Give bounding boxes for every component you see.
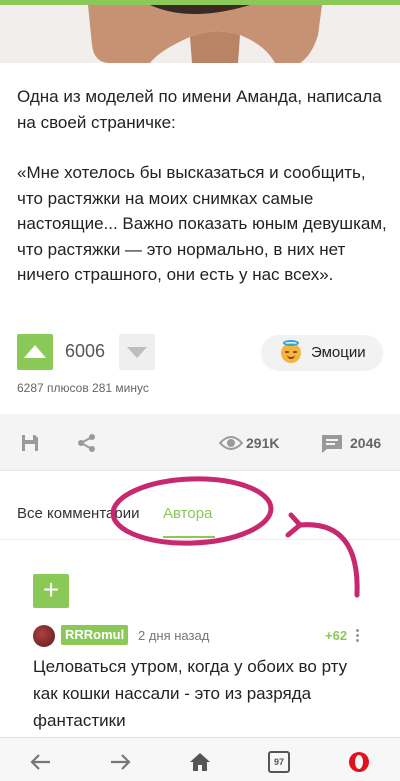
emotions-label: Эмоции [311,344,366,361]
article-paragraph: Одна из моделей по имени Аманда, написал… [17,87,382,132]
avatar[interactable] [33,625,55,647]
comment-rating: +62 [325,628,348,643]
article-quote: «Мне хотелось бы высказаться и сообщить,… [17,163,387,284]
comment-tabs: Все комментарии Автора [0,486,400,540]
eye-icon [219,436,243,450]
tabs-icon[interactable]: 97 [268,751,292,773]
comments-icon[interactable] [321,434,343,454]
share-icon[interactable] [76,432,98,454]
comments-count: 2046 [350,435,382,451]
article-body: Одна из моделей по имени Аманда, написал… [17,84,387,313]
comment-header: RRRomul 2 дня назад +62 [33,623,373,647]
home-icon[interactable] [188,751,212,773]
emoji-angel-icon [281,340,301,363]
emotions-button[interactable]: Эмоции [261,335,383,371]
tab-all-comments[interactable]: Все комментарии [17,505,139,522]
active-tab-indicator [163,536,215,538]
opera-icon[interactable] [347,751,371,773]
article-image [0,5,400,63]
browser-nav-bar: 97 [0,737,400,781]
views-count: 291K [246,435,280,451]
forward-icon[interactable] [108,751,132,773]
upvote-button[interactable] [17,334,53,370]
post-rating: 6006 [65,341,106,361]
comment-username[interactable]: RRRomul [61,625,129,645]
expand-comment-button[interactable]: + [33,574,69,608]
comment-text: Целоваться утром, когда у обоих во рту к… [33,657,348,730]
back-icon[interactable] [29,751,53,773]
tab-author[interactable]: Автора [163,505,212,522]
more-icon[interactable] [356,629,360,643]
vote-row: 6006 Эмоции [0,334,400,374]
post-action-bar: 291K 2046 [0,414,400,471]
tabs-count: 97 [268,751,290,773]
votes-detail: 6287 плюсов 281 минус [17,381,149,395]
save-icon[interactable] [20,433,40,453]
comment-time: 2 дня назад [138,628,210,643]
downvote-button[interactable] [119,334,155,370]
